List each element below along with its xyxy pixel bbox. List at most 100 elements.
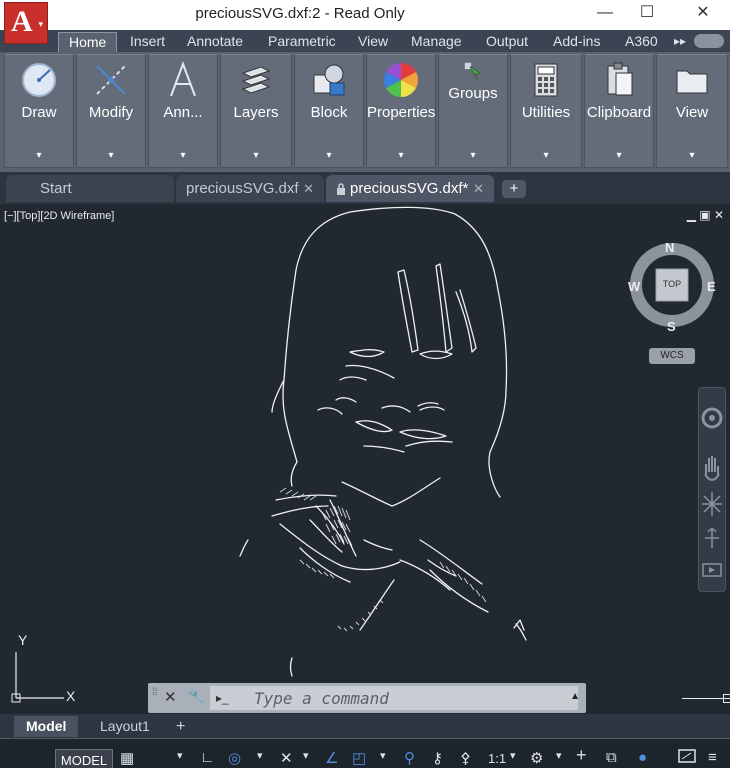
panel-properties[interactable]: Properties ▾ [366, 54, 436, 168]
annotation-scale-icon[interactable]: ⚴ [460, 749, 471, 767]
new-tab-button[interactable]: + [502, 180, 526, 198]
compass-west[interactable]: W [628, 279, 640, 294]
annotation-scale-value[interactable]: 1:1 [488, 751, 506, 766]
grid-icon[interactable]: ▦ [120, 749, 134, 767]
more-tabs-button[interactable]: ▸▸ [664, 32, 696, 52]
tab-layout1[interactable]: Layout1 [88, 716, 162, 737]
panel-label: Groups [448, 85, 498, 102]
add-layout-button[interactable]: + [164, 716, 197, 737]
panel-label: Properties [367, 104, 436, 121]
chevron-down-icon[interactable]: ▾ [657, 150, 727, 161]
view-folder-icon [676, 70, 708, 94]
autocad-logo-icon: A [11, 5, 33, 38]
hardware-acceleration-icon[interactable]: ● [638, 749, 647, 766]
panel-draw[interactable]: Draw ▾ [4, 54, 74, 168]
panel-layers[interactable]: Layers ▾ [220, 54, 292, 168]
compass-north[interactable]: N [665, 240, 674, 255]
view-cube[interactable]: N S E W TOP [628, 239, 716, 339]
panel-clipboard[interactable]: Clipboard ▾ [584, 54, 654, 168]
tab-home[interactable]: Home [58, 32, 118, 52]
chevron-down-icon[interactable]: ▾ [511, 150, 581, 161]
close-tab-icon[interactable]: ✕ [473, 175, 484, 202]
close-command-line-icon[interactable]: ✕ [164, 688, 177, 706]
isodraft-dropdown-icon[interactable]: ▾ [303, 749, 309, 762]
tab-a360[interactable]: A360 [615, 32, 668, 52]
status-bar: MODEL ▦ ▾ ∟ ◎ ▾ ✕ ▾ ∠ ◰ ▾ ⚲ ⚷ ⚴ 1:1 ▾ ⚙ … [0, 738, 730, 768]
polar-tracking-icon[interactable]: ◎ [228, 749, 241, 767]
panel-label: Block [310, 104, 348, 121]
drag-grip-icon[interactable]: ⁞⁞ [152, 687, 160, 709]
panel-block[interactable]: Block ▾ [294, 54, 364, 168]
ribbon-toggle-button[interactable] [694, 34, 724, 48]
chevron-down-icon[interactable]: ▾ [77, 150, 145, 161]
drawing-canvas[interactable]: [−][Top][2D Wireframe] ▁ ▣ ✕ N S E W TOP… [0, 204, 730, 714]
tab-view[interactable]: View [348, 32, 398, 52]
panel-utilities[interactable]: Utilities ▾ [510, 54, 582, 168]
model-space-button[interactable]: MODEL [55, 749, 113, 768]
tab-output[interactable]: Output [476, 32, 538, 52]
object-snap-dropdown-icon[interactable]: ▾ [380, 749, 386, 762]
object-snap-tracking-icon[interactable]: ∠ [325, 749, 338, 767]
tab-label: preciousSVG.dxf* [350, 180, 469, 197]
command-history-dropdown[interactable]: ▲ [570, 691, 580, 702]
close-window-button[interactable]: ✕ [680, 0, 726, 28]
calculator-icon [534, 63, 558, 97]
tab-precioussvg[interactable]: preciousSVG.dxf ✕ [176, 175, 324, 202]
navigation-tools [701, 407, 723, 577]
command-input[interactable] [210, 686, 578, 710]
panel-view[interactable]: View ▾ [656, 54, 728, 168]
lock-icon [337, 183, 345, 195]
application-menu-button[interactable]: A ▾ [4, 2, 48, 44]
panel-label: Ann... [163, 104, 203, 121]
close-tab-icon[interactable]: ✕ [303, 175, 314, 202]
wcs-menu[interactable]: WCS [649, 348, 695, 364]
panel-label: Utilities [521, 104, 571, 121]
panel-groups[interactable]: Groups ▾ [438, 54, 508, 168]
maximize-button[interactable]: ☐ [624, 0, 670, 28]
auto-scale-icon[interactable]: ⚷ [432, 749, 443, 767]
chevron-down-icon[interactable]: ▾ [149, 150, 217, 161]
viewport-controls[interactable]: [−][Top][2D Wireframe] [4, 210, 114, 222]
tab-insert[interactable]: Insert [120, 32, 175, 52]
layout-tab-bar: Model Layout1 + [0, 714, 730, 738]
annotation-visibility-icon[interactable]: ⚲ [404, 749, 415, 767]
viewport-window-controls[interactable]: ▁ ▣ ✕ [687, 208, 724, 222]
workspace-gear-icon[interactable]: ⚙ [530, 749, 543, 767]
isodraft-icon[interactable]: ✕ [280, 749, 293, 767]
scale-dropdown-icon[interactable]: ▾ [510, 749, 516, 762]
chevron-down-icon[interactable]: ▾ [5, 150, 73, 161]
chevron-down-icon[interactable]: ▾ [221, 150, 291, 161]
polar-dropdown-icon[interactable]: ▾ [257, 749, 263, 762]
panel-modify[interactable]: Modify ▾ [76, 54, 146, 168]
chevron-down-icon[interactable]: ▾ [295, 150, 363, 161]
snap-dropdown-icon[interactable]: ▾ [177, 749, 183, 762]
ortho-icon[interactable]: ∟ [200, 749, 215, 766]
customize-wrench-icon[interactable]: 🔧 [188, 688, 205, 705]
ucs-x-label: X [66, 688, 76, 704]
customization-menu-icon[interactable]: ≡ [708, 749, 717, 766]
properties-color-wheel-icon [384, 63, 418, 97]
tab-manage[interactable]: Manage [401, 32, 472, 52]
chevron-down-icon[interactable]: ▾ [367, 150, 435, 161]
tab-model[interactable]: Model [14, 716, 79, 737]
tab-annotate[interactable]: Annotate [177, 32, 253, 52]
compass-east[interactable]: E [707, 279, 716, 294]
compass-south[interactable]: S [667, 319, 676, 334]
chevron-down-icon[interactable]: ▾ [439, 150, 507, 161]
tab-add-ins[interactable]: Add-ins [543, 32, 610, 52]
tab-parametric[interactable]: Parametric [258, 32, 346, 52]
cube-face-top[interactable]: TOP [656, 279, 688, 289]
panel-annotation[interactable]: Ann... ▾ [148, 54, 218, 168]
minimize-button[interactable]: — [582, 0, 628, 28]
workspace-dropdown-icon[interactable]: ▾ [556, 749, 562, 762]
command-prompt-icon[interactable]: ▸_ [216, 691, 250, 707]
tab-start[interactable]: Start [6, 175, 174, 202]
block-icon [313, 64, 345, 96]
tab-precioussvg-active[interactable]: preciousSVG.dxf* ✕ [326, 175, 494, 202]
wireframe-drawing [239, 206, 527, 677]
chevron-down-icon[interactable]: ▾ [585, 150, 653, 161]
units-icon[interactable]: ⧉ [606, 749, 617, 766]
annotation-monitor-icon[interactable]: + [576, 745, 587, 766]
object-snap-icon[interactable]: ◰ [352, 749, 366, 767]
isolate-objects-icon[interactable] [678, 749, 696, 767]
